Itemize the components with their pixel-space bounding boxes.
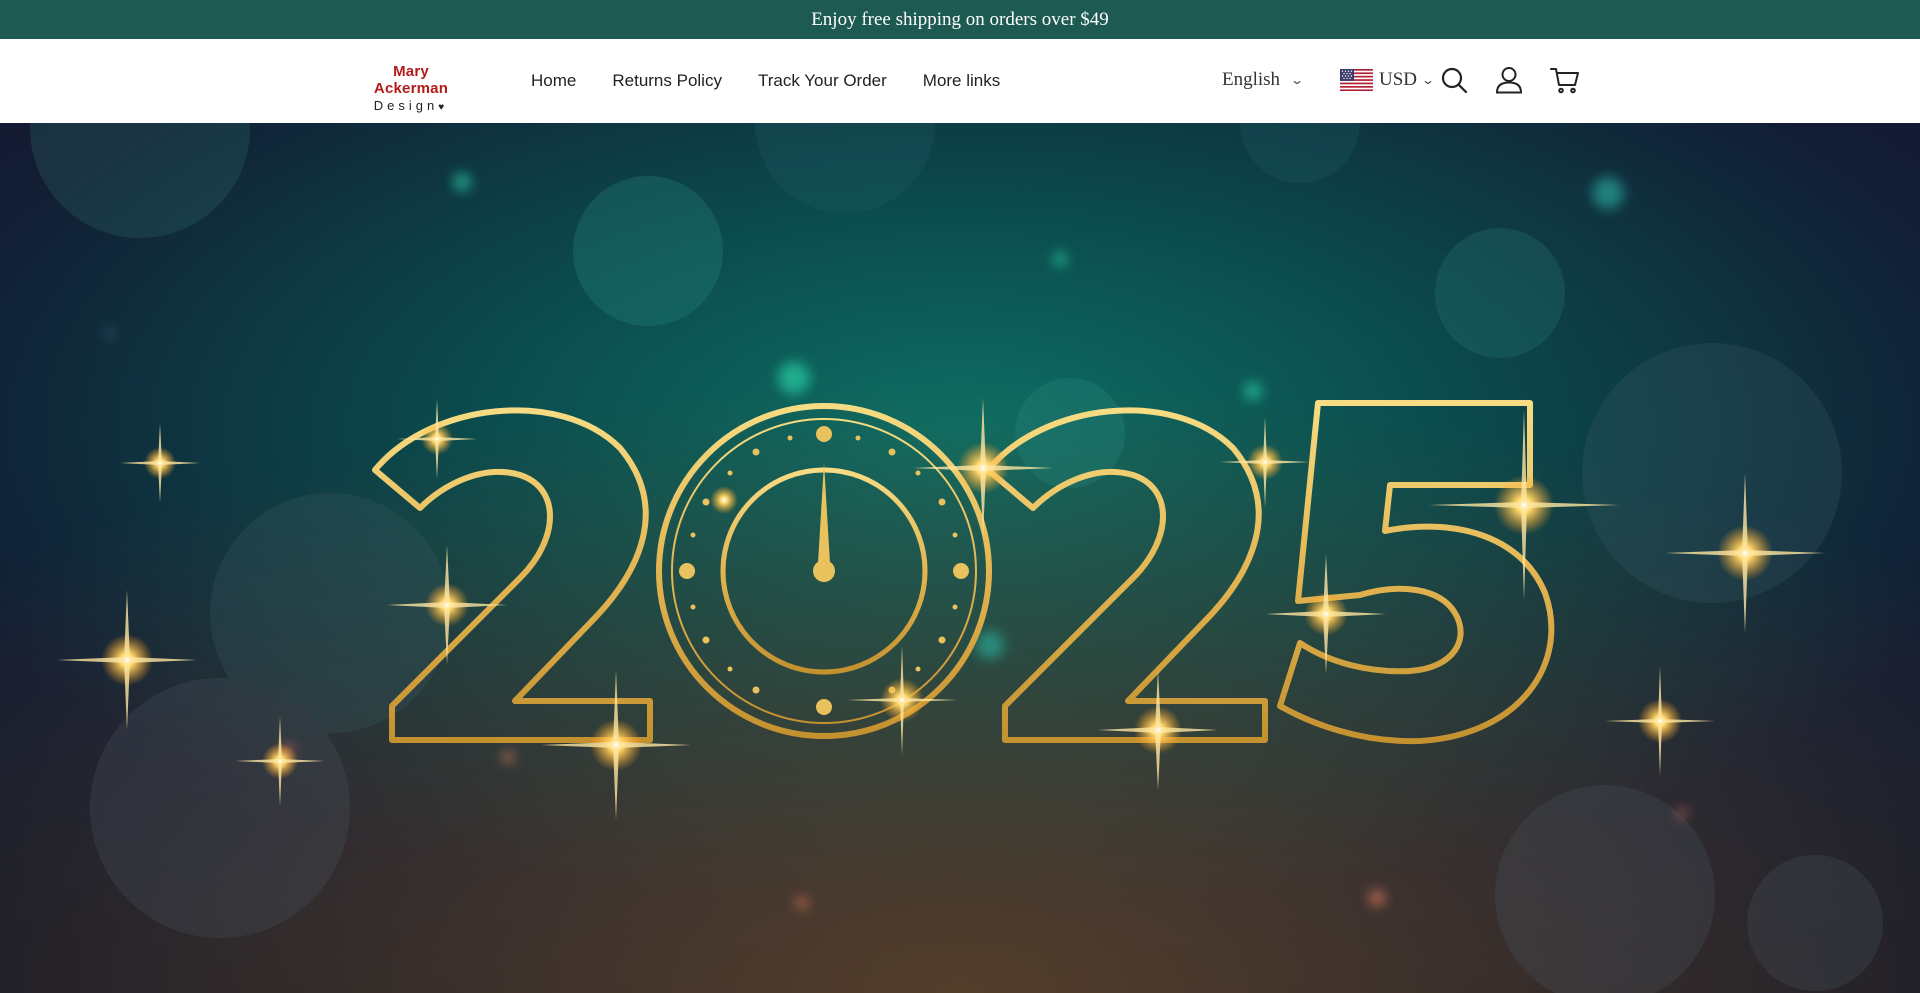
chevron-down-icon: ⌄: [1421, 72, 1436, 87]
main-nav: Home Returns Policy Track Your Order Mor…: [531, 39, 1000, 123]
logo-line2: Design♥: [356, 97, 466, 117]
chevron-down-icon: ⌄: [1290, 72, 1305, 87]
logo-line2-text: Design: [373, 98, 439, 113]
nav-returns-policy[interactable]: Returns Policy: [612, 71, 722, 91]
announcement-bar: Enjoy free shipping on orders over $49: [0, 0, 1920, 39]
logo-line1: Mary Ackerman: [373, 63, 449, 97]
site-header: Mary Ackerman Design♥ Home Returns Polic…: [0, 39, 1920, 124]
search-icon: [1441, 67, 1468, 94]
nav-home[interactable]: Home: [531, 71, 576, 91]
currency-selector[interactable]: USD ⌄: [1340, 67, 1436, 93]
currency-label: USD: [1379, 69, 1418, 90]
hero-banner[interactable]: [0, 123, 1920, 993]
store-logo[interactable]: Mary Ackerman Design♥: [356, 63, 466, 117]
nav-more-links[interactable]: More links: [923, 71, 1000, 91]
account-button[interactable]: [1493, 64, 1525, 96]
language-selector[interactable]: English ⌄: [1222, 67, 1305, 93]
account-icon: [1495, 67, 1523, 94]
nav-track-your-order[interactable]: Track Your Order: [758, 71, 887, 91]
cart-button[interactable]: [1549, 64, 1581, 96]
us-flag-icon: [1340, 69, 1373, 91]
search-button[interactable]: [1438, 64, 1470, 96]
cart-icon: [1550, 68, 1579, 94]
language-label: English: [1222, 69, 1281, 90]
heart-icon: ♥: [438, 102, 449, 113]
announcement-text: Enjoy free shipping on orders over $49: [811, 8, 1109, 30]
hero-image: [0, 123, 1920, 993]
